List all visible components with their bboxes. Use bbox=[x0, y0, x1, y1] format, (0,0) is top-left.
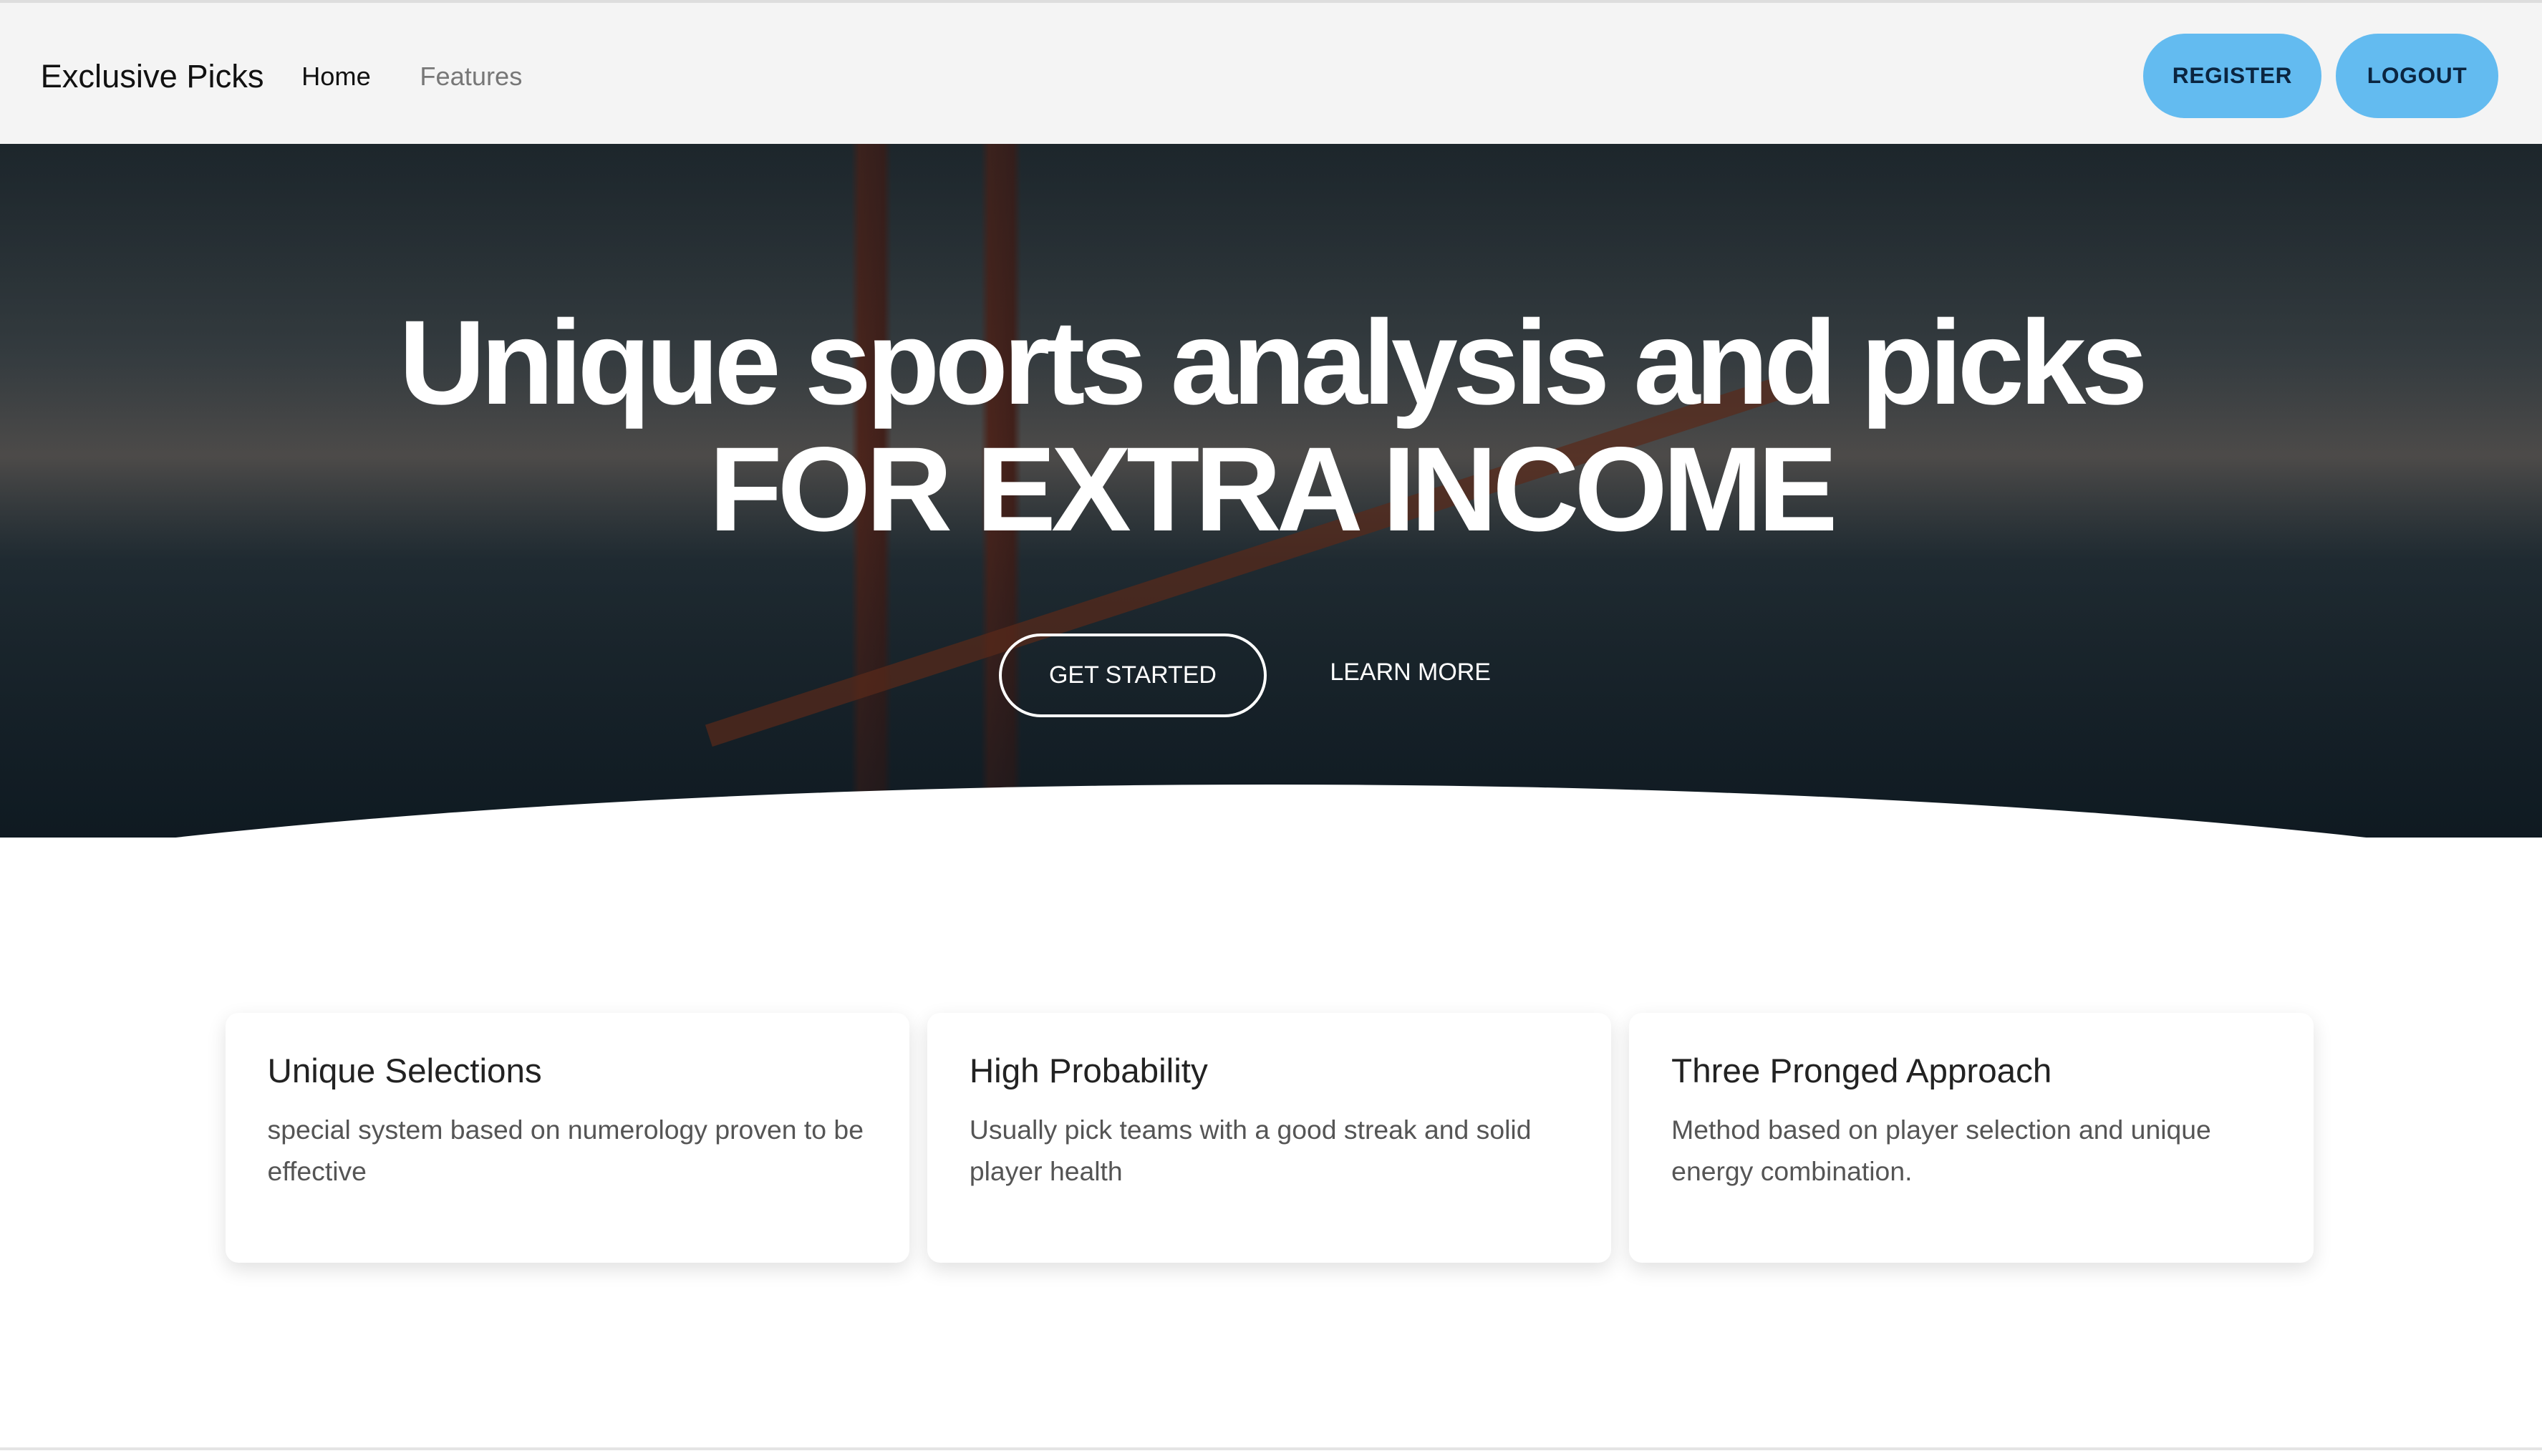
feature-card: High Probability Usually pick teams with… bbox=[927, 1013, 1612, 1263]
brand-logo[interactable]: Exclusive Picks bbox=[41, 58, 264, 95]
nav-link-home[interactable]: Home bbox=[301, 62, 371, 92]
feature-card: Unique Selections special system based o… bbox=[225, 1013, 910, 1263]
register-button[interactable]: REGISTER bbox=[2143, 34, 2322, 118]
page: Exclusive Picks Home Features REGISTER L… bbox=[0, 0, 2542, 1455]
card-text: Usually pick teams with a good streak an… bbox=[969, 1114, 1532, 1187]
card-text: special system based on numerology prove… bbox=[267, 1114, 864, 1187]
feature-card: Three Pronged Approach Method based on p… bbox=[1629, 1013, 2314, 1263]
get-started-button[interactable]: GET STARTED bbox=[998, 634, 1267, 717]
hero-title: Unique sports analysis and picks bbox=[399, 295, 2148, 430]
footer-divider bbox=[0, 1447, 2542, 1451]
logout-button[interactable]: LOGOUT bbox=[2336, 34, 2498, 118]
hero-section: Unique sports analysis and picks FOR EXT… bbox=[0, 144, 2542, 838]
learn-more-button[interactable]: LEARN MORE bbox=[1307, 634, 1514, 712]
card-text: Method based on player selection and uni… bbox=[1671, 1114, 2211, 1187]
navbar: Exclusive Picks Home Features REGISTER L… bbox=[0, 0, 2542, 145]
card-title: Three Pronged Approach bbox=[1671, 1052, 2052, 1091]
hero-subtitle: FOR EXTRA INCOME bbox=[709, 421, 1837, 556]
nav-link-features[interactable]: Features bbox=[420, 62, 522, 92]
card-title: Unique Selections bbox=[267, 1052, 542, 1091]
card-title: High Probability bbox=[969, 1052, 1208, 1091]
